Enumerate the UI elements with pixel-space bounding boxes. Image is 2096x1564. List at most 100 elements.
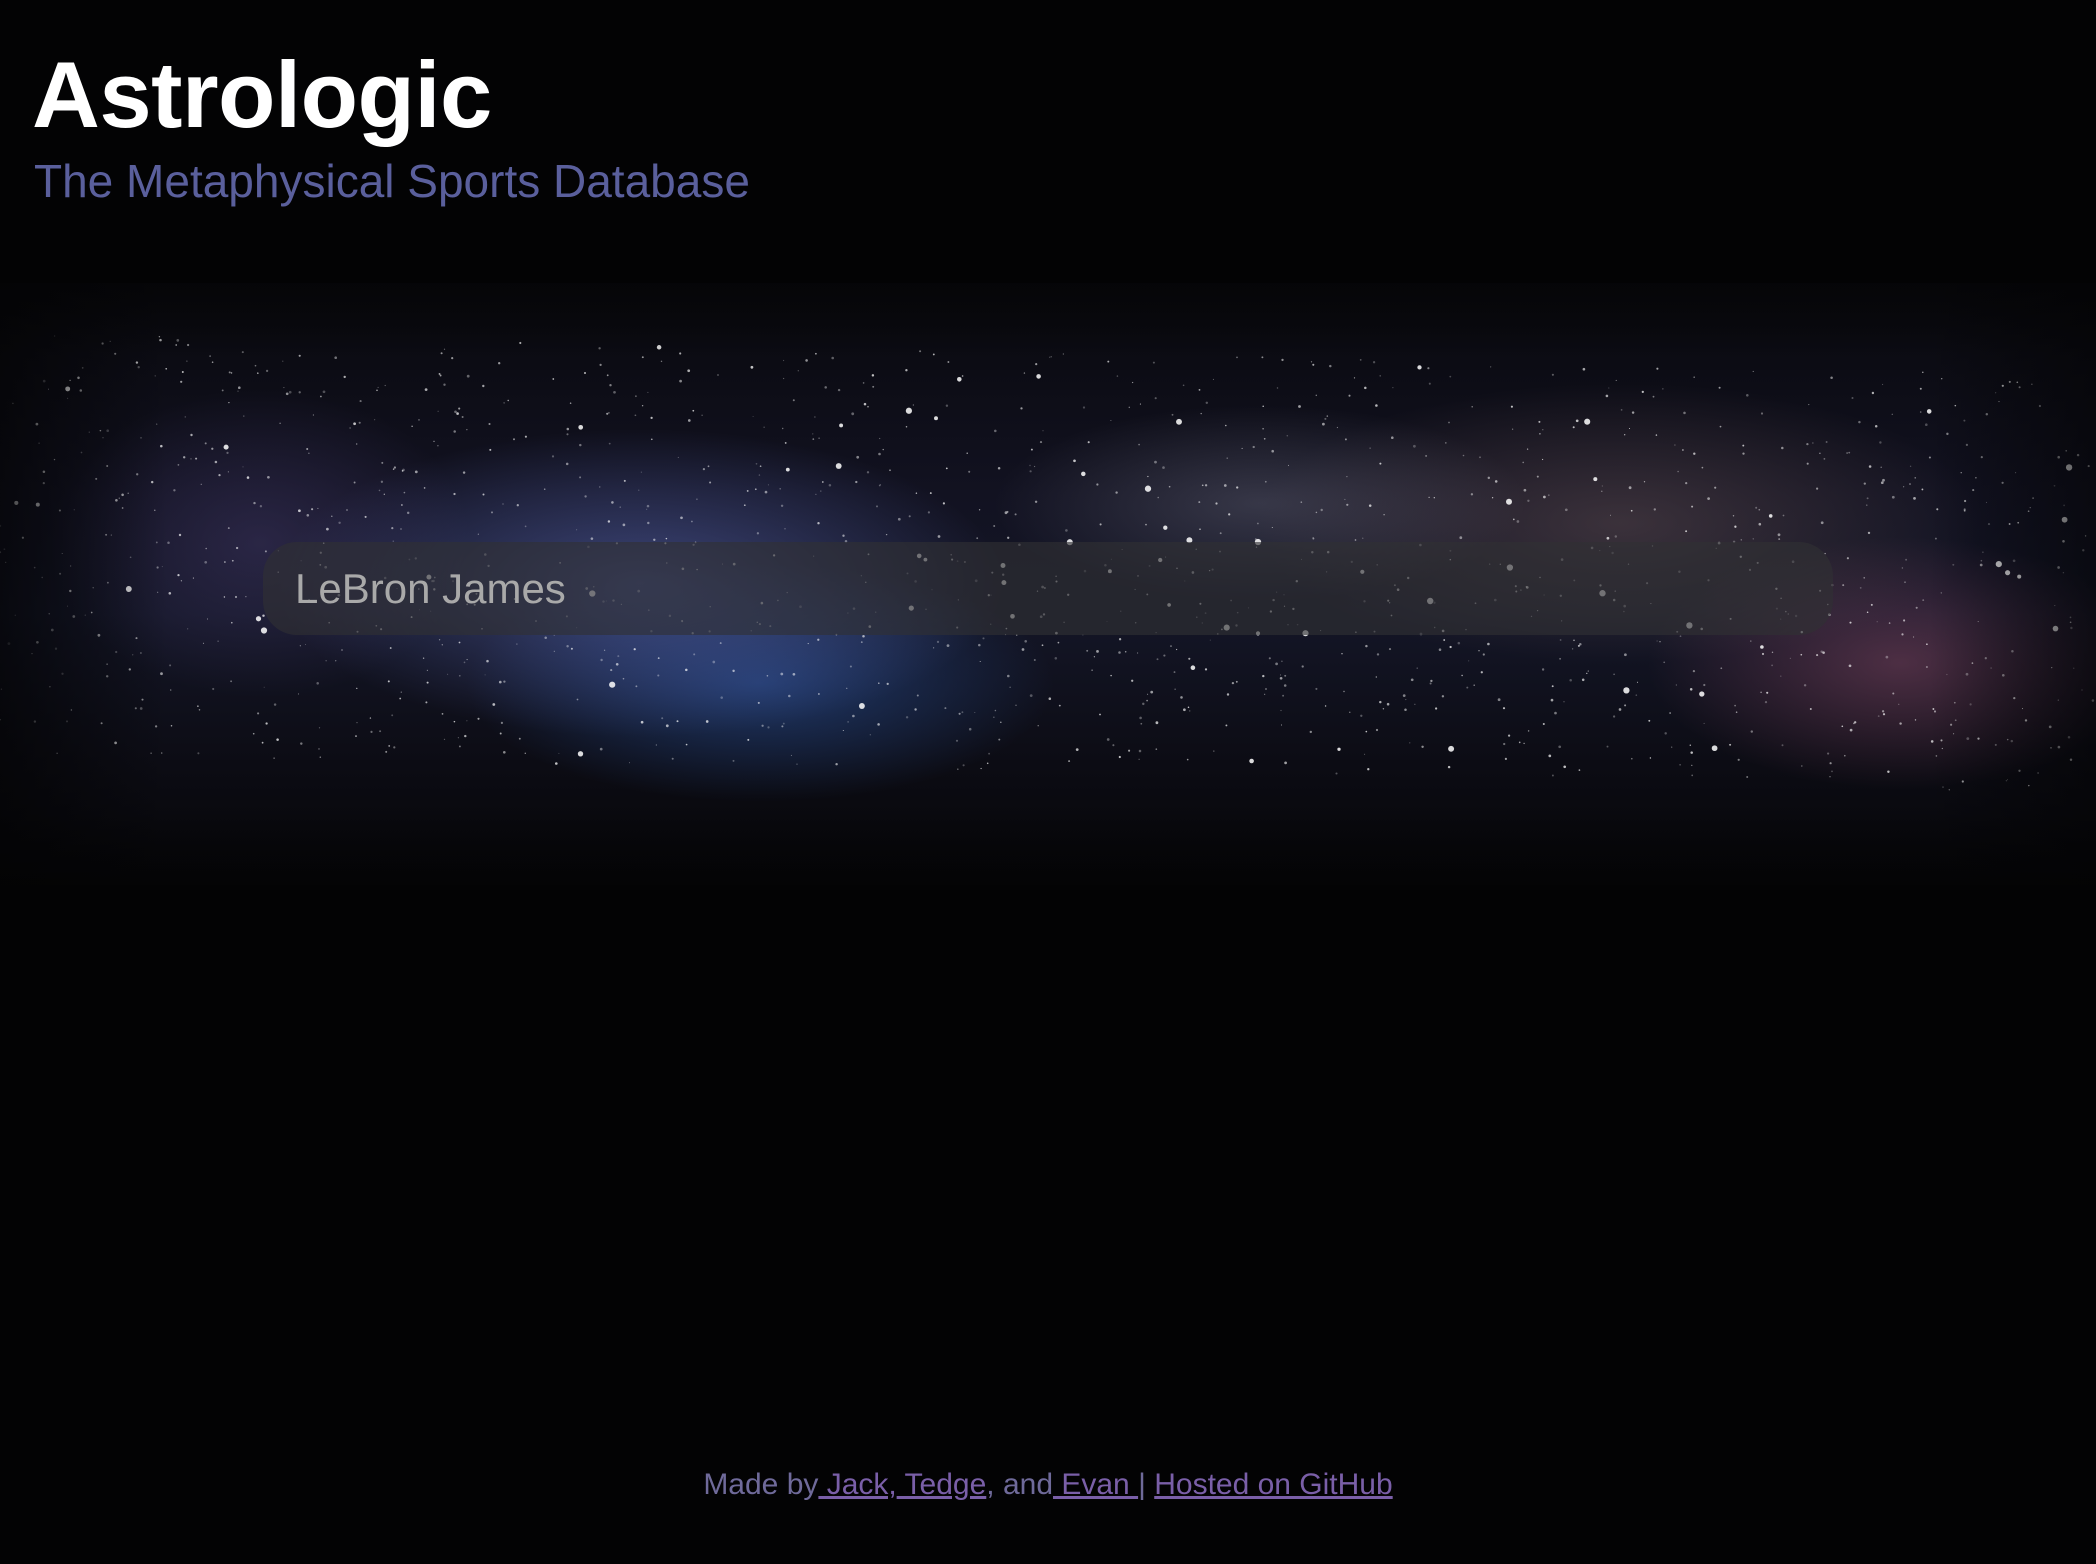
star-dot: [608, 442, 611, 445]
star-dot: [1866, 611, 1869, 613]
star-dot: [261, 741, 264, 744]
star-dot: [1379, 375, 1381, 377]
star-dot: [101, 342, 104, 345]
star-dot: [1007, 536, 1010, 539]
star-dot: [154, 509, 156, 511]
star-dot: [2027, 510, 2030, 513]
star-dot: [2063, 504, 2066, 507]
star-dot: [1219, 532, 1222, 535]
star-dot: [265, 722, 268, 725]
star-dot: [1849, 621, 1852, 624]
star-dot: [878, 682, 880, 684]
star-dot: [1952, 563, 1955, 566]
star-dot: [1491, 497, 1494, 499]
star-dot: [1761, 652, 1765, 656]
star-dot: [73, 509, 75, 511]
star-dot: [929, 492, 932, 495]
star-dot: [792, 399, 795, 402]
star-dot: [962, 764, 965, 767]
star-dot: [173, 489, 176, 492]
star-dot: [780, 504, 784, 508]
star-dot: [1507, 734, 1511, 737]
star-dot: [814, 416, 816, 418]
star-dot: [677, 456, 679, 458]
star-dot: [516, 504, 519, 507]
star-dot: [1448, 745, 1455, 752]
star-dot: [156, 566, 159, 569]
star-dot: [640, 471, 642, 473]
star-dot: [424, 388, 428, 391]
star-dot: [80, 451, 83, 454]
star-dot: [1404, 708, 1407, 711]
star-dot: [230, 680, 233, 683]
star-dot: [945, 404, 949, 407]
star-dot: [1298, 405, 1301, 408]
star-dot: [2061, 516, 2068, 523]
star-dot: [579, 476, 582, 479]
star-dot: [915, 492, 918, 494]
star-dot: [1447, 765, 1451, 769]
author-link-tedge[interactable]: Tedge: [897, 1468, 987, 1501]
star-dot: [752, 416, 754, 417]
star-dot: [1551, 774, 1554, 777]
star-dot: [665, 537, 668, 540]
star-dot: [381, 461, 384, 464]
star-dot: [1628, 427, 1631, 430]
star-dot: [978, 643, 981, 647]
star-dot: [463, 661, 466, 664]
star-dot: [1413, 444, 1416, 448]
star-dot: [1365, 730, 1368, 733]
star-dot: [577, 751, 584, 757]
star-dot: [1914, 477, 1916, 479]
player-search-input[interactable]: [263, 542, 1833, 635]
star-dot: [1950, 723, 1953, 726]
star-dot: [165, 367, 168, 370]
star-dot: [1155, 748, 1158, 750]
star-dot: [831, 356, 835, 360]
star-dot: [1609, 514, 1612, 516]
star-dot: [492, 703, 496, 706]
star-dot: [1150, 690, 1154, 694]
star-dot: [1891, 413, 1893, 415]
star-dot: [384, 384, 386, 387]
star-dot: [169, 689, 172, 691]
star-dot: [1605, 394, 1609, 398]
star-dot: [1118, 638, 1122, 641]
star-dot: [1116, 375, 1119, 377]
star-dot: [1816, 654, 1819, 657]
star-dot: [916, 694, 919, 697]
star-dot: [914, 708, 917, 711]
star-dot: [1041, 644, 1044, 647]
search-bar[interactable]: [263, 542, 1833, 635]
star-dot: [709, 481, 712, 484]
star-dot: [1831, 770, 1833, 773]
star-dot: [599, 747, 603, 751]
star-dot: [554, 762, 558, 765]
star-dot: [1430, 679, 1433, 683]
star-dot: [139, 652, 142, 654]
star-dot: [599, 486, 601, 488]
star-dot: [454, 410, 457, 414]
star-dot: [1987, 523, 1991, 526]
star-dot: [1128, 749, 1131, 752]
author-link-jack[interactable]: Jack,: [818, 1468, 897, 1501]
github-link[interactable]: Hosted on GitHub: [1154, 1468, 1392, 1501]
author-link-evan[interactable]: Evan: [1053, 1468, 1138, 1501]
star-dot: [1703, 722, 1705, 724]
star-dot: [1154, 397, 1157, 400]
star-dot: [335, 660, 337, 662]
star-dot: [1689, 688, 1693, 691]
star-dot: [218, 473, 221, 477]
star-dot: [634, 414, 637, 417]
star-dot: [393, 746, 396, 749]
star-dot: [1081, 471, 1086, 477]
star-dot: [1781, 446, 1784, 450]
star-dot: [312, 414, 314, 416]
star-dot: [1881, 710, 1885, 713]
star-dot: [1034, 465, 1036, 468]
star-dot: [1887, 770, 1890, 774]
star-dot: [1624, 653, 1627, 657]
star-dot: [230, 372, 233, 374]
star-dot: [1367, 768, 1370, 771]
star-dot: [1536, 475, 1539, 478]
